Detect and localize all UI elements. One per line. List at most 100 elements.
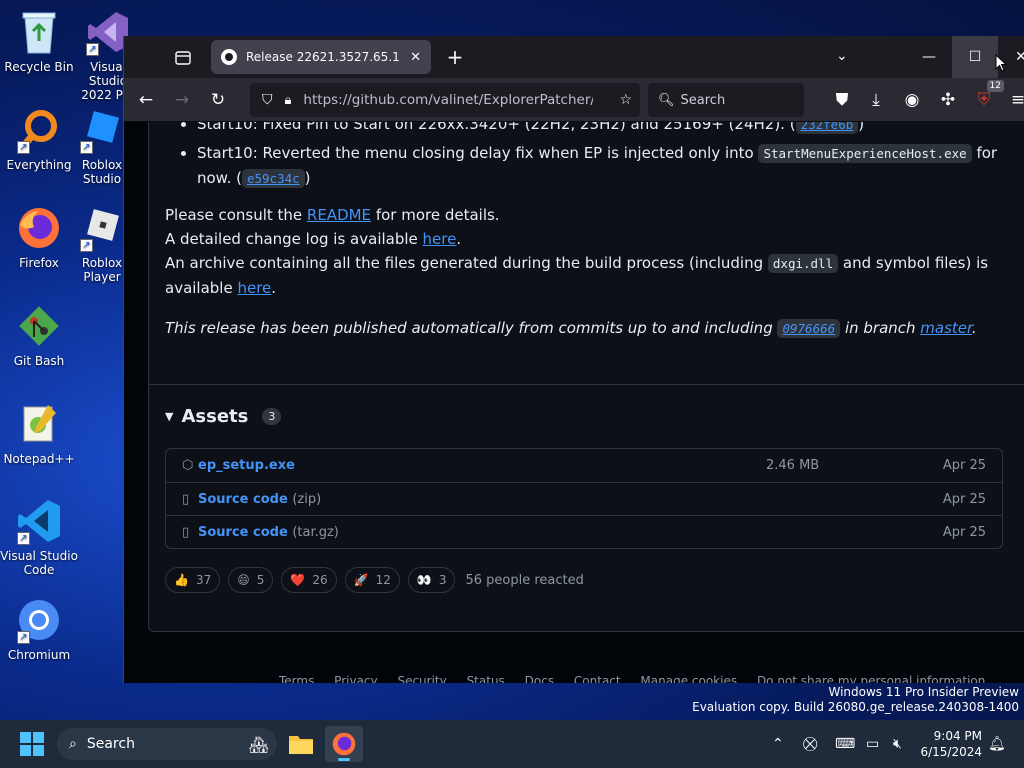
- taskbar-file-explorer[interactable]: [282, 726, 320, 762]
- text: in branch: [840, 319, 921, 337]
- minimize-button[interactable]: —: [906, 36, 952, 78]
- clock-time: 9:04 PM: [933, 729, 982, 743]
- note-text: Start10: Fixed Pin to Start on 226xx.342…: [197, 122, 796, 133]
- desktop-icon-notepadpp[interactable]: Notepad++: [0, 400, 78, 466]
- url-text[interactable]: https://github.com/valinet/ExplorerPatch…: [303, 92, 593, 108]
- footer-link-status[interactable]: Status: [467, 674, 505, 683]
- caret-down-icon: ▼: [165, 410, 174, 423]
- download-icon: ⤓: [872, 90, 880, 110]
- pocket-icon: ⛊: [835, 90, 849, 110]
- asset-row[interactable]: ▯ Source code (tar.gz) Apr 25: [166, 515, 1002, 548]
- url-bar[interactable]: ⛉ 🔒︎ https://github.com/valinet/Explorer…: [250, 83, 640, 117]
- shield-icon[interactable]: ⛉: [262, 92, 273, 108]
- desktop-icon-recycle-bin[interactable]: Recycle Bin: [0, 8, 78, 74]
- account-button[interactable]: ◉: [898, 87, 926, 113]
- pocket-button[interactable]: ⛊: [828, 87, 856, 113]
- list-all-tabs-chevron-icon[interactable]: ⌄: [836, 48, 848, 64]
- new-tab-button[interactable]: +: [442, 45, 468, 71]
- reaction-thumbs-up[interactable]: 👍 37: [165, 567, 221, 593]
- desktop-icon-label: Firefox: [19, 256, 59, 270]
- ublock-button[interactable]: ⛨ 12: [970, 80, 1004, 113]
- asset-name-text: Source code: [198, 491, 288, 507]
- asset-name[interactable]: ep_setup.exe: [198, 458, 295, 473]
- reload-button[interactable]: ↻: [204, 87, 232, 113]
- section-divider: [149, 384, 1024, 385]
- watermark-line: Evaluation copy. Build 26080.ge_release.…: [692, 700, 1019, 714]
- desktop-icon-firefox[interactable]: Firefox: [0, 204, 78, 270]
- desktop-icon-git-bash[interactable]: Git Bash: [0, 302, 78, 368]
- start-button[interactable]: [20, 732, 44, 756]
- clock[interactable]: 9:04 PM 6/15/2024: [918, 728, 982, 760]
- extensions-button[interactable]: ✣: [934, 87, 962, 113]
- back-button[interactable]: ←: [132, 87, 160, 113]
- desktop-icon-everything[interactable]: ↗ Everything: [0, 106, 78, 172]
- tab-close-icon[interactable]: ✕: [410, 50, 421, 65]
- tray-overflow-chevron-icon[interactable]: ⌃: [772, 720, 784, 768]
- asset-ext: (zip): [292, 491, 322, 507]
- footer-link-contact[interactable]: Contact: [574, 674, 621, 683]
- forward-arrow-icon: →: [174, 90, 190, 110]
- volume-icon[interactable]: 🔇︎: [893, 720, 902, 768]
- desktop-icon-label: Roblox Player: [81, 256, 123, 284]
- reaction-laugh[interactable]: 😄 5: [228, 567, 274, 593]
- desktop-icon-label: Roblox Studio: [81, 158, 123, 186]
- taskbar-search[interactable]: ⌕ Search 🏘︎: [57, 728, 277, 760]
- shortcut-arrow-icon: ↗: [17, 141, 30, 154]
- asset-row[interactable]: ⬡ ep_setup.exe 2.46 MB Apr 25: [166, 449, 1002, 482]
- bookmark-star-icon[interactable]: ☆: [619, 92, 632, 108]
- reaction-count: 12: [375, 573, 391, 587]
- reaction-rocket[interactable]: 🚀 12: [344, 567, 400, 593]
- reaction-heart[interactable]: ❤️ 26: [281, 567, 337, 593]
- footer-link-terms[interactable]: Terms: [279, 674, 314, 683]
- branch-link[interactable]: master: [920, 319, 972, 337]
- reaction-count: 26: [312, 573, 328, 587]
- reaction-eyes[interactable]: 👀 3: [407, 567, 456, 593]
- vscode-icon: ↗: [15, 497, 63, 545]
- commit-link[interactable]: e59c34c: [241, 169, 305, 188]
- desktop-icon-label: Git Bash: [13, 354, 65, 368]
- text: A detailed change log is available: [165, 230, 423, 248]
- display-icon[interactable]: ▭: [866, 720, 879, 768]
- reaction-emoji: 😄: [237, 573, 250, 587]
- ublock-badge: 12: [986, 80, 1004, 92]
- asset-ext: (tar.gz): [292, 524, 339, 540]
- desktop-icon-vscode[interactable]: ↗ Visual Studio Code: [0, 497, 78, 577]
- taskbar-firefox[interactable]: [325, 726, 363, 762]
- keyboard-icon[interactable]: ⌨: [835, 720, 855, 768]
- roblox-player-icon: ↗: [78, 204, 126, 252]
- footer-link-security[interactable]: Security: [397, 674, 446, 683]
- footer-link-cookies[interactable]: Manage cookies: [640, 674, 737, 683]
- everything-search-icon: ↗: [15, 106, 63, 154]
- text: This release has been published automati…: [165, 319, 778, 337]
- asset-row[interactable]: ▯ Source code (zip) Apr 25: [166, 482, 1002, 515]
- network-icon[interactable]: ⛒: [803, 720, 817, 768]
- changelog-link[interactable]: here: [423, 230, 457, 248]
- readme-link[interactable]: README: [307, 206, 371, 224]
- search-box[interactable]: 🔍︎ Search: [648, 83, 804, 117]
- desktop-icon-roblox-player[interactable]: ↗ Roblox Player: [78, 204, 126, 284]
- page-content: Start10: Fixed Pin to Start on 226xx.342…: [124, 122, 1024, 683]
- footer-link-docs[interactable]: Docs: [525, 674, 554, 683]
- desktop-icon-chromium[interactable]: ↗ Chromium: [0, 596, 78, 662]
- firefox-view-button[interactable]: [168, 45, 198, 71]
- forward-button[interactable]: →: [168, 87, 196, 113]
- commit-link[interactable]: 232fe6b: [795, 122, 859, 134]
- file-zip-icon: ▯: [182, 491, 190, 507]
- maximize-button[interactable]: ☐: [952, 36, 998, 78]
- notification-bell-icon[interactable]: 🔔︎: [988, 720, 1006, 768]
- app-menu-button[interactable]: ≡: [1004, 87, 1024, 113]
- desktop-icon-roblox-studio[interactable]: ↗ Roblox Studio: [78, 106, 126, 186]
- asset-name[interactable]: Source code (zip): [198, 492, 321, 507]
- archive-link[interactable]: here: [237, 279, 271, 297]
- lock-icon[interactable]: 🔒︎: [285, 93, 292, 108]
- footer-link-privacy[interactable]: Privacy: [334, 674, 377, 683]
- desktop-icon-label: Visual Studio Code: [0, 549, 78, 577]
- account-icon: ◉: [904, 90, 920, 110]
- tab-release[interactable]: Release 22621.3527.65.1 · valinet ✕: [211, 40, 431, 74]
- downloads-button[interactable]: ⤓: [862, 87, 890, 113]
- commit-link[interactable]: 0976666: [777, 319, 841, 338]
- asset-name[interactable]: Source code (tar.gz): [198, 525, 339, 540]
- footer-link-do-not-share[interactable]: Do not share my personal information: [757, 674, 985, 683]
- inline-code: dxgi.dll: [767, 254, 839, 273]
- assets-toggle[interactable]: ▼ Assets 3: [165, 406, 282, 427]
